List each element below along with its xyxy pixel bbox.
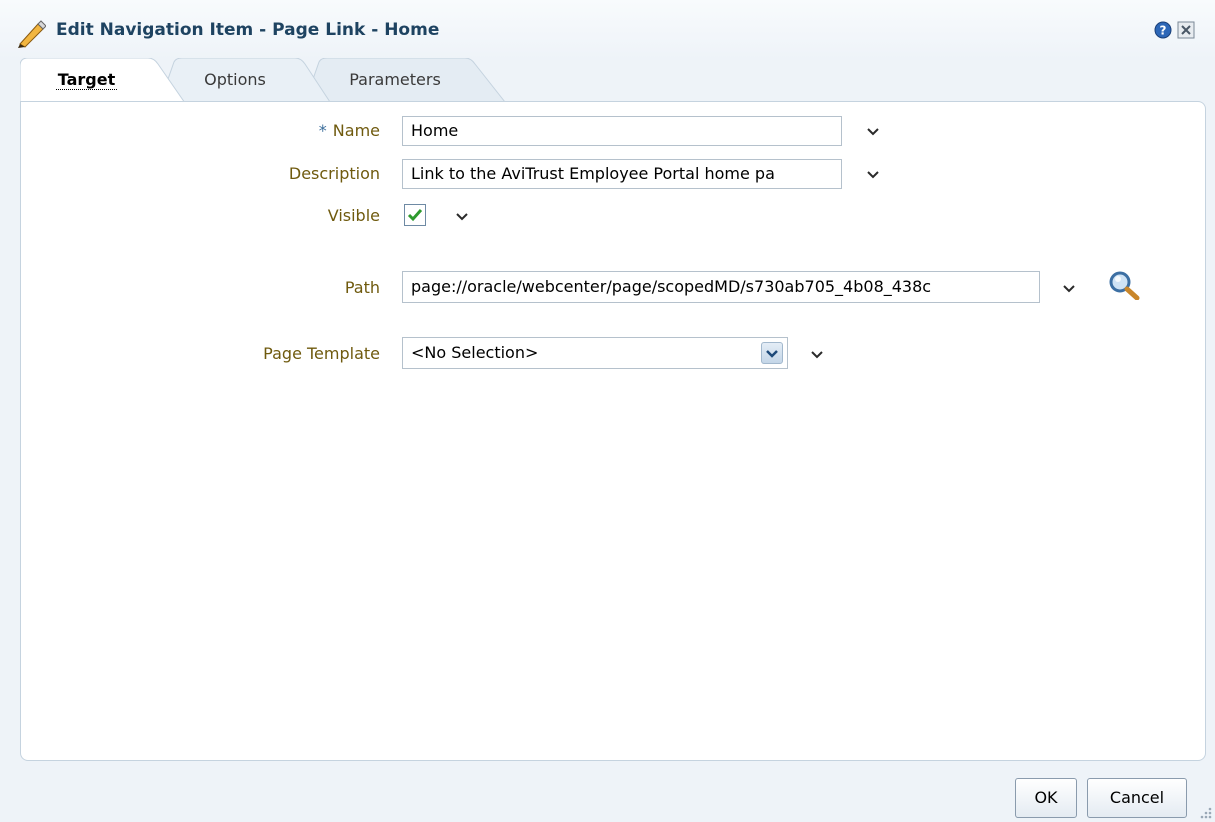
path-label: Path <box>344 278 380 297</box>
dropdown-button[interactable] <box>761 342 783 364</box>
search-icon[interactable] <box>1108 270 1140 300</box>
page-template-select[interactable]: <No Selection> <box>402 337 788 369</box>
target-panel <box>20 101 1206 761</box>
tab-parameters-label: Parameters <box>349 70 441 89</box>
visible-label: Visible <box>327 206 380 225</box>
svg-text:?: ? <box>1160 24 1167 38</box>
name-input[interactable]: Home <box>402 116 842 146</box>
path-chevron-down-icon[interactable] <box>1062 283 1076 293</box>
description-input[interactable]: Link to the AviTrust Employee Portal hom… <box>402 159 842 189</box>
tab-options-label: Options <box>204 70 266 89</box>
dialog-footer: OK Cancel <box>0 760 1215 822</box>
name-label-text: Name <box>332 121 380 140</box>
pencil-icon <box>18 20 46 48</box>
help-icon[interactable]: ? <box>1154 21 1172 39</box>
required-marker: * <box>318 121 327 140</box>
page-template-chevron-down-icon[interactable] <box>810 349 824 359</box>
cancel-button[interactable]: Cancel <box>1087 778 1187 818</box>
ok-button[interactable]: OK <box>1015 778 1077 818</box>
checkmark-icon <box>407 209 423 222</box>
tab-target[interactable]: Target <box>20 58 185 103</box>
description-chevron-down-icon[interactable] <box>866 169 880 179</box>
name-chevron-down-icon[interactable] <box>866 126 880 136</box>
visible-chevron-down-icon[interactable] <box>455 211 469 221</box>
edit-navigation-dialog: Edit Navigation Item - Page Link - Home … <box>0 0 1215 822</box>
dialog-title: Edit Navigation Item - Page Link - Home <box>56 20 440 40</box>
visible-checkbox[interactable] <box>404 204 426 226</box>
description-label: Description <box>288 164 380 183</box>
tab-parameters[interactable]: Parameters <box>305 58 505 102</box>
resize-grip-icon[interactable] <box>1195 800 1213 820</box>
tab-target-label: Target <box>55 70 118 90</box>
tab-options[interactable]: Options <box>160 58 330 102</box>
path-input[interactable]: page://oracle/webcenter/page/scopedMD/s7… <box>402 271 1040 303</box>
dialog-titlebar: Edit Navigation Item - Page Link - Home … <box>0 0 1215 60</box>
page-template-label: Page Template <box>263 344 380 363</box>
chevron-down-icon <box>766 350 778 358</box>
name-label: * Name <box>180 121 380 140</box>
tab-bar: Parameters Options Target <box>20 58 1215 103</box>
page-template-selected: <No Selection> <box>411 343 539 362</box>
close-icon[interactable] <box>1177 21 1195 39</box>
